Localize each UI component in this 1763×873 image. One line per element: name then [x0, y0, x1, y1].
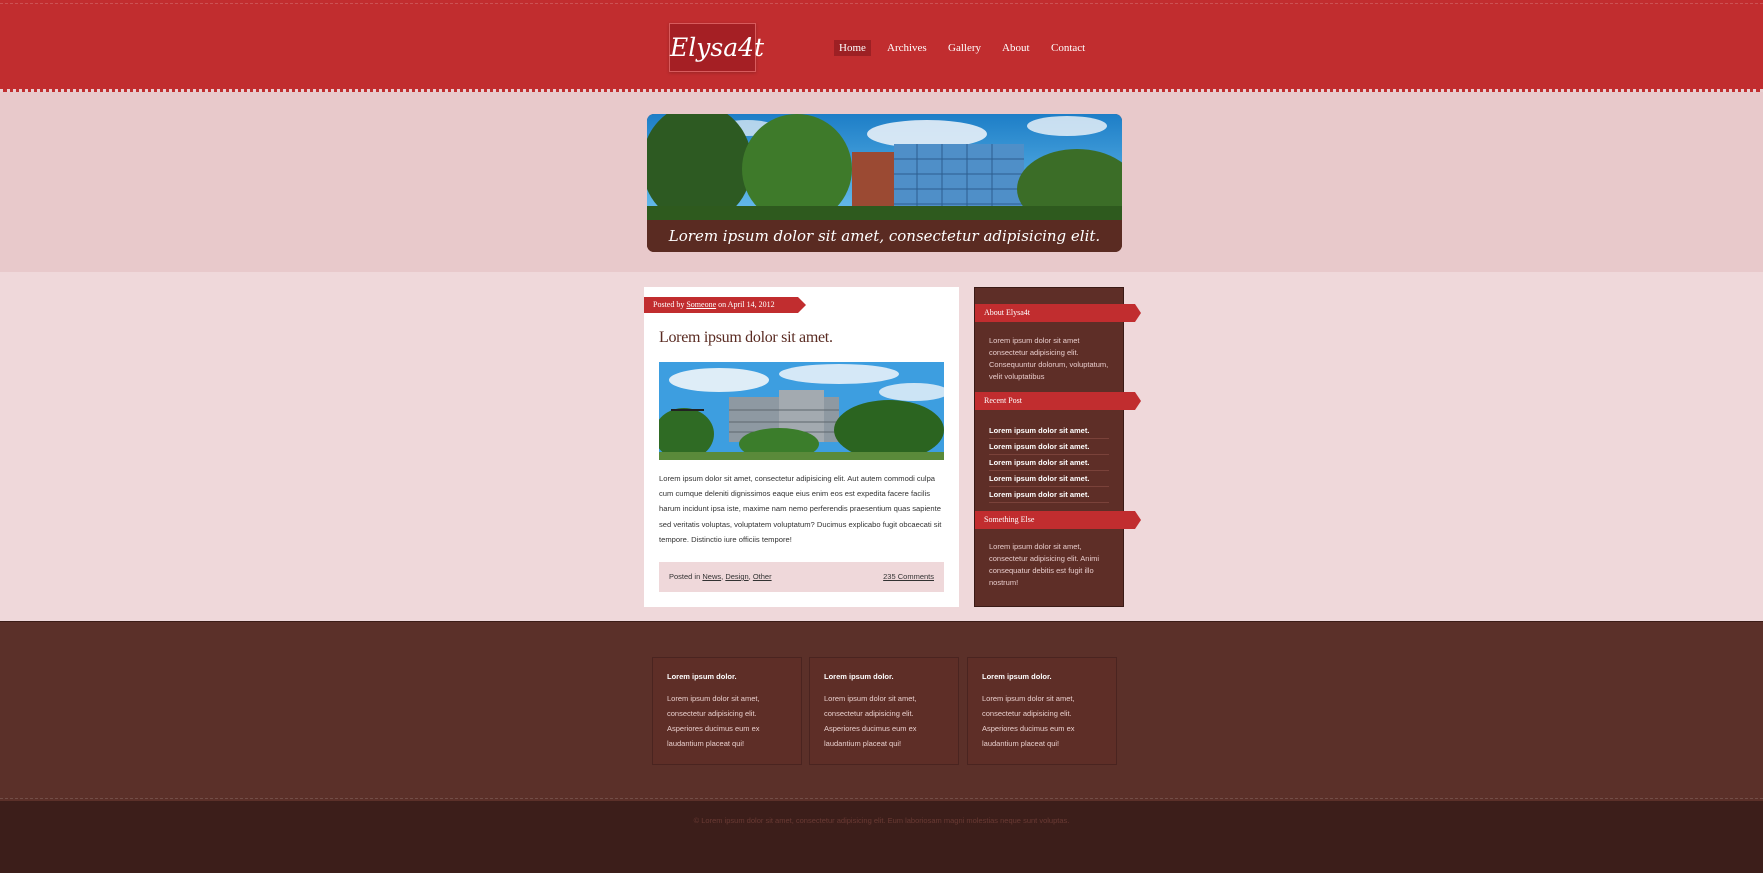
footer-box-text: Lorem ipsum dolor sit amet, consectetur …: [667, 694, 760, 748]
posted-by-label: Posted by: [653, 300, 685, 309]
sidebar-about-text: Lorem ipsum dolor sit amet consectetur a…: [989, 336, 1109, 381]
sidebar: About Elysa4t Lorem ipsum dolor sit amet…: [974, 287, 1141, 607]
nav-home[interactable]: Home: [834, 40, 871, 56]
hero-building-image: [647, 114, 1122, 220]
posted-in-label: Posted in: [669, 572, 701, 581]
sidebar-else-text: Lorem ipsum dolor sit amet, consectetur …: [989, 542, 1100, 587]
footer-box: Lorem ipsum dolor. Lorem ipsum dolor sit…: [809, 657, 959, 765]
post-footer: Posted in News, Design, Other 235 Commen…: [659, 562, 944, 592]
copyright-section: [0, 801, 1763, 873]
recent-post-link[interactable]: Lorem ipsum dolor sit amet.: [989, 471, 1109, 487]
nav-gallery[interactable]: Gallery: [943, 40, 986, 56]
recent-post-link[interactable]: Lorem ipsum dolor sit amet.: [989, 439, 1109, 455]
recent-post-link[interactable]: Lorem ipsum dolor sit amet.: [989, 455, 1109, 471]
footer-box-title: Lorem ipsum dolor.: [824, 672, 894, 681]
copyright-text: © Lorem ipsum dolor sit amet, consectetu…: [693, 816, 1070, 825]
sidebar-about-heading: About Elysa4t: [975, 304, 1141, 322]
nav-archives[interactable]: Archives: [882, 40, 932, 56]
category-link-other[interactable]: Other: [753, 572, 772, 581]
post-image: [659, 362, 944, 460]
hero-caption: Lorem ipsum dolor sit amet, consectetur …: [647, 220, 1122, 252]
post-meta-ribbon: Posted by Someone on April 14, 2012: [644, 297, 806, 313]
recent-post-link[interactable]: Lorem ipsum dolor sit amet.: [989, 423, 1109, 439]
post-date: on April 14, 2012: [718, 300, 775, 309]
footer-box: Lorem ipsum dolor. Lorem ipsum dolor sit…: [652, 657, 802, 765]
site-logo[interactable]: Elysa4t: [669, 23, 764, 72]
recent-post-list: Lorem ipsum dolor sit amet. Lorem ipsum …: [989, 423, 1109, 503]
post-body: Lorem ipsum dolor sit amet, consectetur …: [659, 474, 942, 544]
footer-box-text: Lorem ipsum dolor sit amet, consectetur …: [824, 694, 917, 748]
author-link[interactable]: Someone: [686, 300, 716, 309]
nav-contact[interactable]: Contact: [1046, 40, 1090, 56]
recent-post-link[interactable]: Lorem ipsum dolor sit amet.: [989, 487, 1109, 503]
category-link-design[interactable]: Design: [725, 572, 748, 581]
post-title[interactable]: Lorem ipsum dolor sit amet.: [659, 329, 833, 347]
nav-about[interactable]: About: [997, 40, 1035, 56]
sidebar-else-heading: Something Else: [975, 511, 1141, 529]
comments-link[interactable]: 235 Comments: [883, 562, 934, 592]
hero-banner: Lorem ipsum dolor sit amet, consectetur …: [647, 114, 1122, 252]
footer-box-text: Lorem ipsum dolor sit amet, consectetur …: [982, 694, 1075, 748]
post-categories: Posted in News, Design, Other: [669, 572, 772, 581]
category-link-news[interactable]: News: [702, 572, 721, 581]
blog-post: Posted by Someone on April 14, 2012 Lore…: [644, 287, 959, 607]
sidebar-recent-heading: Recent Post: [975, 392, 1141, 410]
footer-box-title: Lorem ipsum dolor.: [667, 672, 737, 681]
footer-box: Lorem ipsum dolor. Lorem ipsum dolor sit…: [967, 657, 1117, 765]
footer-box-title: Lorem ipsum dolor.: [982, 672, 1052, 681]
